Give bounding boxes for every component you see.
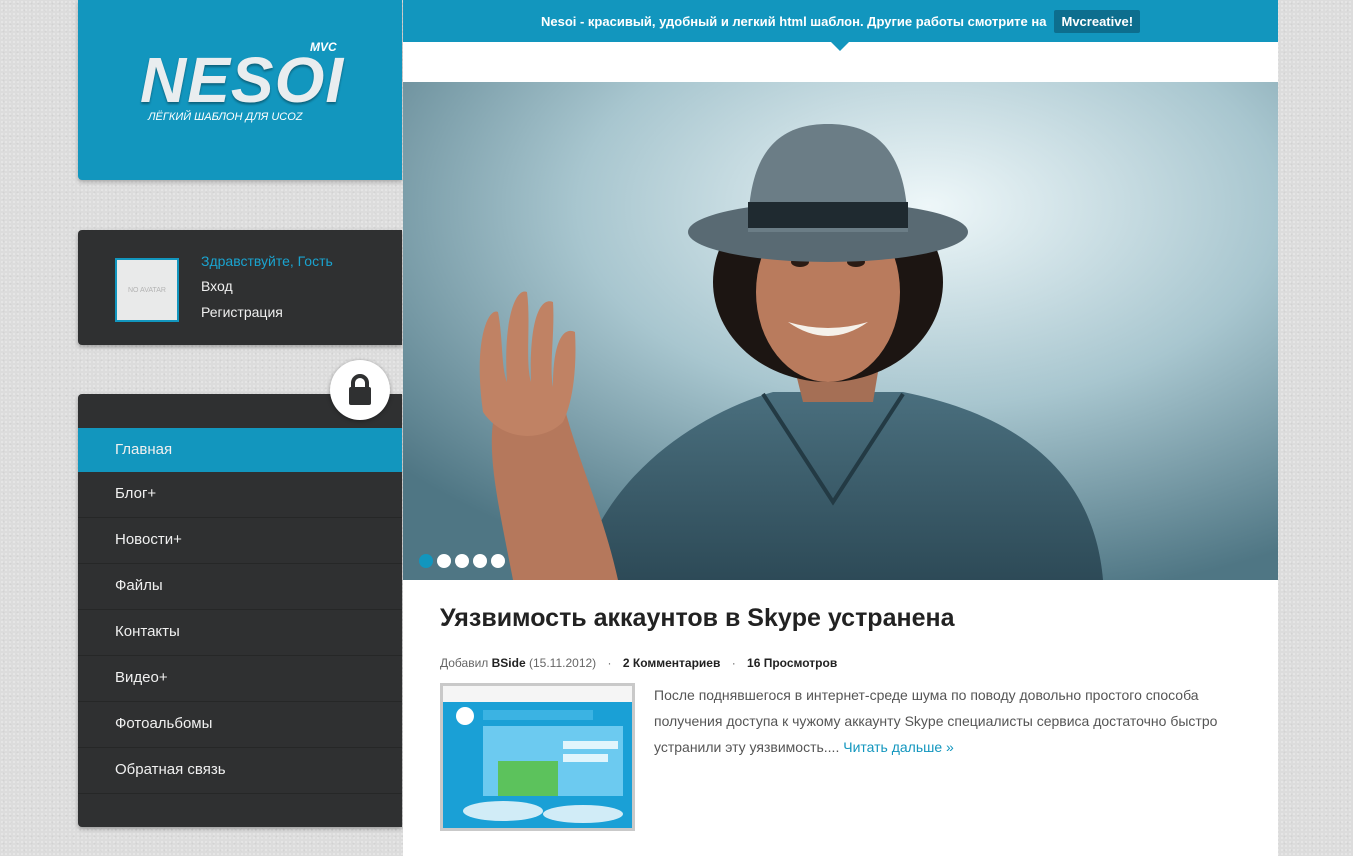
read-more-link[interactable]: Читать дальше »: [843, 739, 954, 755]
nav-item-news[interactable]: Новости+: [78, 518, 402, 564]
avatar: NO AVATAR: [115, 258, 179, 322]
post-excerpt: После поднявшегося в интернет-среде шума…: [654, 682, 1234, 760]
lock-icon[interactable]: [330, 360, 390, 420]
post-meta: Добавил BSide (15.11.2012) · 2 Комментар…: [440, 656, 837, 670]
logo-title: NESOI: [140, 44, 345, 116]
slider-dots: [419, 554, 505, 568]
login-link[interactable]: Вход: [201, 278, 233, 294]
post-date: (15.11.2012): [529, 656, 597, 670]
image-slider[interactable]: [403, 82, 1278, 580]
slider-dot-1[interactable]: [419, 554, 433, 568]
top-banner-text: Nesoi - красивый, удобный и легкий html …: [540, 13, 1047, 29]
post-thumbnail-image: [443, 686, 632, 828]
post-title[interactable]: Уязвимость аккаунтов в Skype устранена: [440, 604, 955, 633]
nav-item-video[interactable]: Видео+: [78, 656, 402, 702]
post-views: 16 Просмотров: [747, 656, 838, 670]
mvcreative-button[interactable]: Mvcreative!: [1054, 9, 1141, 33]
main-content: Nesoi - красивый, удобный и легкий html …: [403, 0, 1278, 856]
top-banner-arrow: [831, 42, 849, 51]
user-panel: NO AVATAR Здравствуйте, Гость Вход Регис…: [78, 230, 402, 345]
logo-block[interactable]: MVC NESOI ЛЁГКИЙ ШАБЛОН ДЛЯ UCOZ: [78, 0, 402, 180]
meta-separator: ·: [607, 656, 612, 670]
slider-dot-4[interactable]: [473, 554, 487, 568]
slide-photo: [403, 82, 1278, 580]
slider-dot-5[interactable]: [491, 554, 505, 568]
added-by-label: Добавил: [440, 656, 489, 670]
slider-dot-3[interactable]: [455, 554, 469, 568]
nav-item-blog[interactable]: Блог+: [78, 472, 402, 518]
nav-item-feedback[interactable]: Обратная связь: [78, 748, 402, 794]
main-nav: Главная Блог+ Новости+ Файлы Контакты Ви…: [78, 394, 402, 827]
nav-item-files[interactable]: Файлы: [78, 564, 402, 610]
meta-separator: ·: [731, 656, 736, 670]
greeting-text: Здравствуйте, Гость: [201, 253, 333, 269]
slider-dot-2[interactable]: [437, 554, 451, 568]
nav-item-home[interactable]: Главная: [78, 428, 402, 472]
logo-subtitle: ЛЁГКИЙ ШАБЛОН ДЛЯ UCOZ: [148, 111, 303, 123]
top-banner: Nesoi - красивый, удобный и легкий html …: [403, 0, 1278, 42]
lock-icon-graphic: [349, 374, 371, 405]
nav-item-contacts[interactable]: Контакты: [78, 610, 402, 656]
post-author[interactable]: BSide: [492, 656, 526, 670]
register-link[interactable]: Регистрация: [201, 304, 283, 320]
post-thumbnail[interactable]: [440, 683, 635, 831]
nav-item-photoalbums[interactable]: Фотоальбомы: [78, 702, 402, 748]
post-comments[interactable]: 2 Комментариев: [623, 656, 721, 670]
